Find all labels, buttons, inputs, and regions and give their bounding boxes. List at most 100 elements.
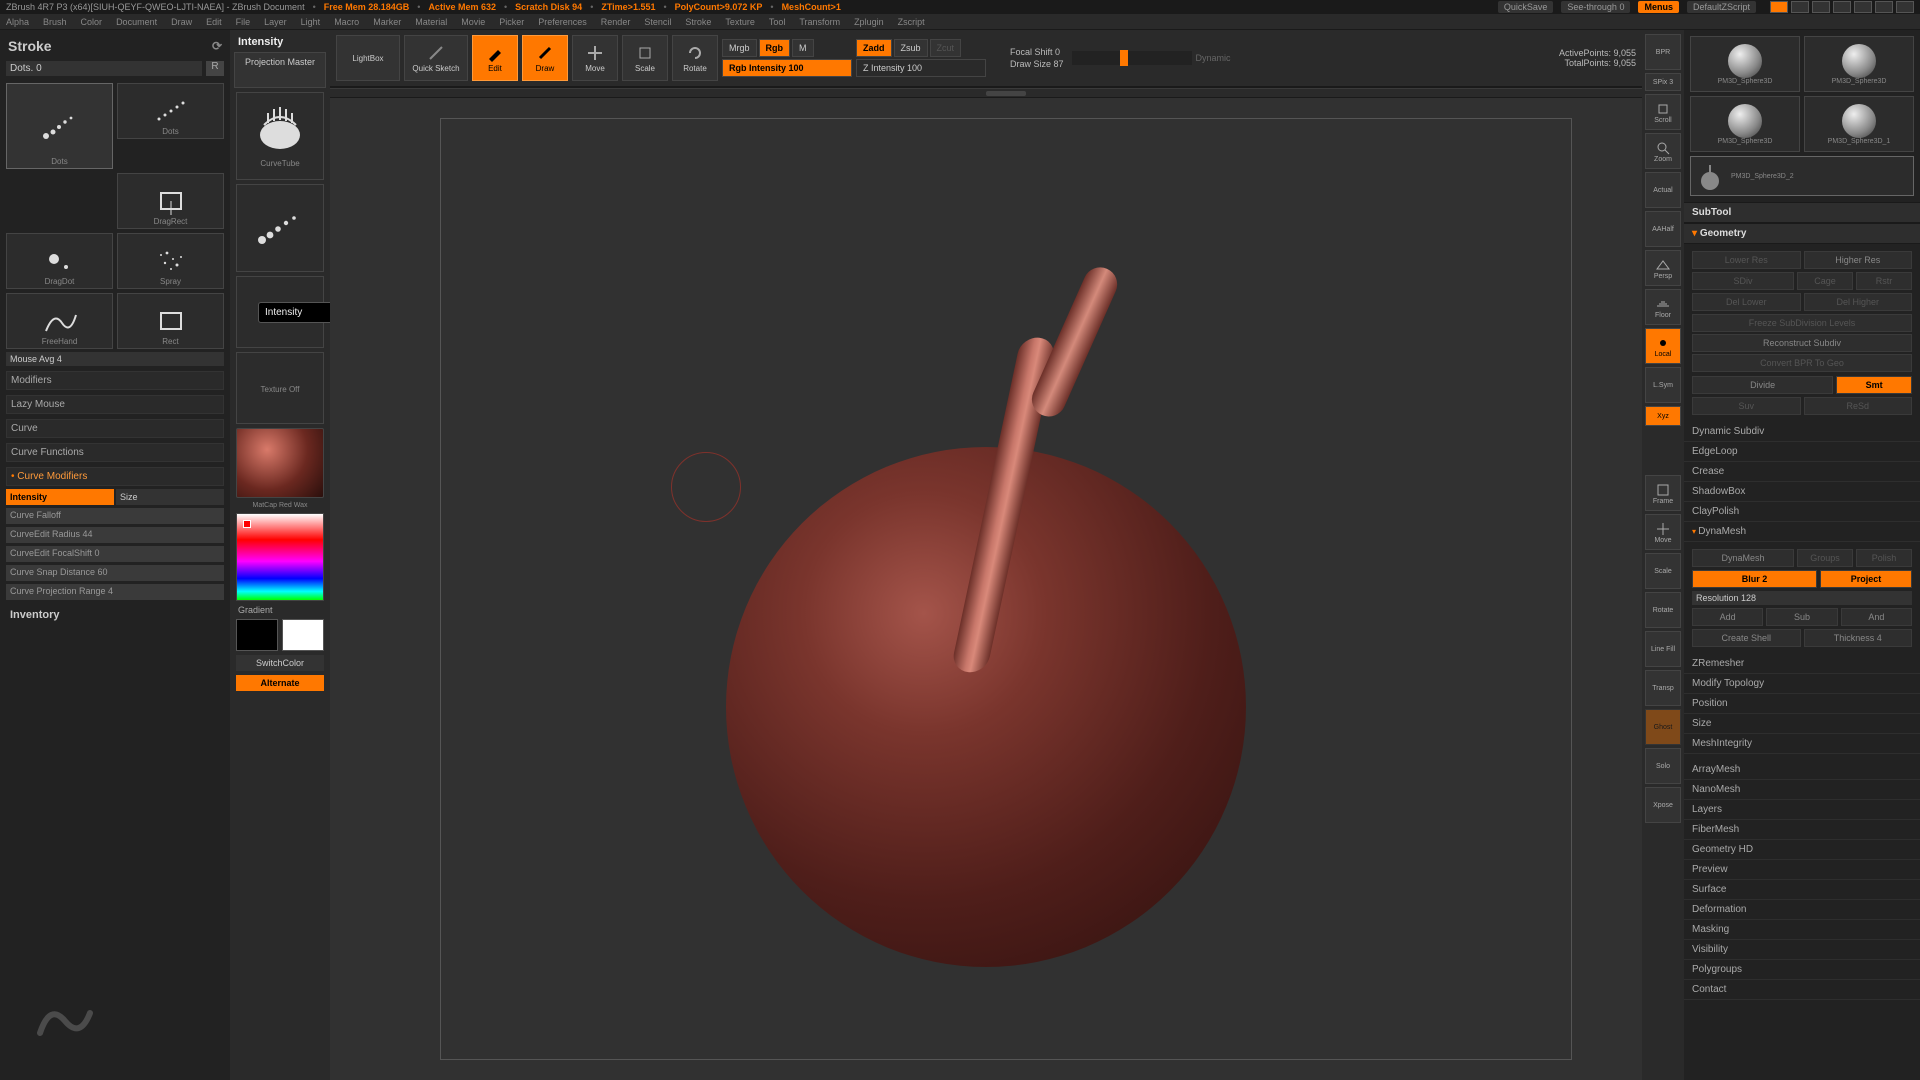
menu-item[interactable]: Document [116, 17, 157, 27]
color-picker[interactable] [236, 513, 324, 601]
zadd-button[interactable]: Zadd [856, 39, 892, 57]
menu-item[interactable]: Zplugin [854, 17, 884, 27]
actual-button[interactable]: Actual [1645, 172, 1681, 208]
menu-item[interactable]: Movie [461, 17, 485, 27]
zsub-button[interactable]: Zsub [894, 39, 928, 57]
deformation-section[interactable]: Deformation [1684, 900, 1920, 920]
del-lower-button[interactable]: Del Lower [1692, 293, 1801, 311]
spix-slider[interactable]: SPix 3 [1645, 73, 1681, 91]
meshintegrity-section[interactable]: MeshIntegrity [1684, 734, 1920, 754]
contact-section[interactable]: Contact [1684, 980, 1920, 1000]
move-nav-button[interactable]: Move [1645, 514, 1681, 550]
and-button[interactable]: And [1841, 608, 1912, 626]
layers-section[interactable]: Layers [1684, 800, 1920, 820]
resd-button[interactable]: ReSd [1804, 397, 1913, 415]
zoom-button[interactable]: Zoom [1645, 133, 1681, 169]
menu-item[interactable]: Material [415, 17, 447, 27]
tool-thumb-active[interactable]: PM3D_Sphere3D_2 [1690, 156, 1914, 196]
projection-master-button[interactable]: Projection Master [234, 52, 326, 88]
lazy-mouse-section[interactable]: Lazy Mouse [6, 395, 224, 414]
intensity-toggle[interactable]: Intensity [6, 489, 114, 505]
menu-item[interactable]: Draw [171, 17, 192, 27]
scale-button[interactable]: Scale [622, 35, 668, 81]
rgb-button[interactable]: Rgb [759, 39, 791, 57]
brush-thumb[interactable]: CurveTube [236, 92, 324, 180]
stroke-dots[interactable]: Dots [6, 83, 113, 169]
curve-functions-section[interactable]: Curve Functions [6, 443, 224, 462]
stroke-freehand[interactable]: FreeHand [6, 293, 113, 349]
subtool-header[interactable]: SubTool [1684, 202, 1920, 223]
lightbox-button[interactable]: LightBox [336, 35, 400, 81]
window-button[interactable] [1791, 1, 1809, 13]
menu-item[interactable]: Layer [264, 17, 287, 27]
zcut-button[interactable]: Zcut [930, 39, 962, 57]
tool-thumb[interactable]: PM3D_Sphere3D [1690, 36, 1800, 92]
frame-button[interactable]: Frame [1645, 475, 1681, 511]
quicksave-button[interactable]: QuickSave [1498, 1, 1554, 13]
scroll-button[interactable]: Scroll [1645, 94, 1681, 130]
mouse-avg-slider[interactable]: Mouse Avg 4 [6, 352, 224, 366]
stroke-dots-slider[interactable]: Dots. 0 [6, 61, 202, 76]
crease-section[interactable]: Crease [1684, 462, 1920, 482]
geometryhd-section[interactable]: Geometry HD [1684, 840, 1920, 860]
menu-item[interactable]: Brush [43, 17, 67, 27]
curve-snap-distance[interactable]: Curve Snap Distance 60 [6, 565, 224, 581]
menu-item[interactable]: Marker [373, 17, 401, 27]
window-close[interactable] [1896, 1, 1914, 13]
claypolish-section[interactable]: ClayPolish [1684, 502, 1920, 522]
edgeloop-section[interactable]: EdgeLoop [1684, 442, 1920, 462]
resolution-slider[interactable]: Resolution 128 [1692, 591, 1912, 605]
convert-bpr-button[interactable]: Convert BPR To Geo [1692, 354, 1912, 372]
lower-res-button[interactable]: Lower Res [1692, 251, 1801, 269]
tool-thumb[interactable]: PM3D_Sphere3D_1 [1804, 96, 1914, 152]
menu-item[interactable]: Alpha [6, 17, 29, 27]
size-toggle[interactable]: Size [116, 489, 224, 505]
position-section[interactable]: Position [1684, 694, 1920, 714]
m-button[interactable]: M [792, 39, 814, 57]
polish-button[interactable]: Polish [1856, 549, 1912, 567]
fibermesh-section[interactable]: FiberMesh [1684, 820, 1920, 840]
window-button[interactable] [1812, 1, 1830, 13]
timeline-bar[interactable] [330, 88, 1642, 98]
move-button[interactable]: Move [572, 35, 618, 81]
inventory-section[interactable]: Inventory [6, 603, 224, 627]
stroke-dots-alt[interactable]: Dots [117, 83, 224, 139]
stroke-spray[interactable]: Spray [117, 233, 224, 289]
menus-toggle[interactable]: Menus [1638, 1, 1679, 13]
aahalf-button[interactable]: AAHalf [1645, 211, 1681, 247]
menu-item[interactable]: Picker [499, 17, 524, 27]
quicksketch-button[interactable]: Quick Sketch [404, 35, 468, 81]
curve-projection-range[interactable]: Curve Projection Range 4 [6, 584, 224, 600]
arraymesh-section[interactable]: ArrayMesh [1684, 760, 1920, 780]
window-maximize[interactable] [1875, 1, 1893, 13]
see-through-slider[interactable]: See-through 0 [1561, 1, 1630, 13]
dynamesh-section[interactable]: DynaMesh [1684, 522, 1920, 542]
geometry-header[interactable]: ▾ Geometry [1684, 223, 1920, 244]
scale-nav-button[interactable]: Scale [1645, 553, 1681, 589]
dynamic-subdiv-section[interactable]: Dynamic Subdiv [1684, 422, 1920, 442]
smt-button[interactable]: Smt [1836, 376, 1912, 394]
reconstruct-button[interactable]: Reconstruct Subdiv [1692, 334, 1912, 352]
curveedit-radius[interactable]: CurveEdit Radius 44 [6, 527, 224, 543]
sub-button[interactable]: Sub [1766, 608, 1837, 626]
material-thumb[interactable] [236, 428, 324, 498]
swatch-white[interactable] [282, 619, 324, 651]
menu-item[interactable]: Edit [206, 17, 222, 27]
bpr-button[interactable]: BPR [1645, 34, 1681, 70]
persp-button[interactable]: Persp [1645, 250, 1681, 286]
menu-item[interactable]: Preferences [538, 17, 587, 27]
window-minimize[interactable] [1854, 1, 1872, 13]
zremesher-section[interactable]: ZRemesher [1684, 654, 1920, 674]
del-higher-button[interactable]: Del Higher [1804, 293, 1913, 311]
thickness-slider[interactable]: Thickness 4 [1804, 629, 1913, 647]
polygroups-section[interactable]: Polygroups [1684, 960, 1920, 980]
cage-button[interactable]: Cage [1797, 272, 1853, 290]
surface-section[interactable]: Surface [1684, 880, 1920, 900]
rgb-intensity-slider[interactable]: Rgb Intensity 100 [722, 59, 852, 77]
solo-button[interactable]: Solo [1645, 748, 1681, 784]
linefill-button[interactable]: Line Fill [1645, 631, 1681, 667]
curveedit-focalshift[interactable]: CurveEdit FocalShift 0 [6, 546, 224, 562]
lsym-button[interactable]: L.Sym [1645, 367, 1681, 403]
masking-section[interactable]: Masking [1684, 920, 1920, 940]
replay-button[interactable]: R [206, 61, 224, 76]
